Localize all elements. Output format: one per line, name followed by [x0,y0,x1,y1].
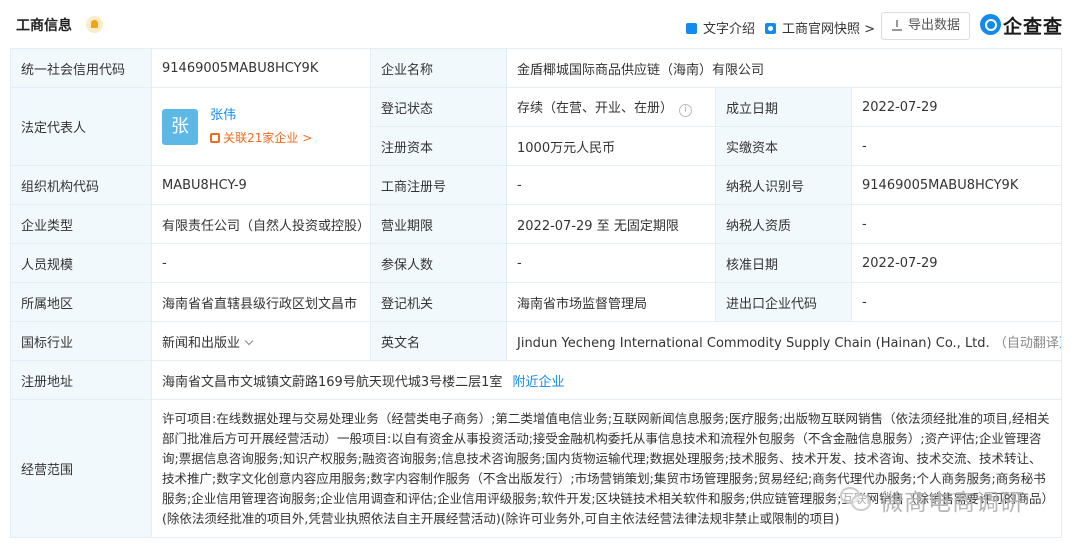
taxpayer-id-value: 91469005MABU8HCY9K [850,165,1063,205]
company-name-label: 企业名称 [370,48,507,88]
chevron-down-icon [244,336,254,345]
insured-label: 参保人数 [370,243,507,283]
table-row: 法定代表人 张 张伟 关联21家企业 > 登记状态 存续（在营、开业、在册） i … [10,87,1063,166]
org-code-value: MABU8HCY-9 [151,165,371,205]
credit-code-value: 91469005MABU8HCY9K [151,48,371,88]
related-companies-label: 关联21家企业 > [223,130,313,145]
table-row: 注册地址 海南省文昌市文城镇文蔚路169号航天现代城3号楼二层1室 附近企业 [10,360,1063,400]
auto-translate-note: （自动翻译 [993,335,1059,351]
text-intro-label: 文字介绍 [703,22,756,37]
address-label: 注册地址 [10,360,152,400]
authority-label: 登记机关 [370,282,507,322]
taxpayer-qual-label: 纳税人资质 [715,204,852,244]
scope-value: 许可项目:在线数据处理与交易处理业务（经营类电子商务）;第二类增值电信业务;互联… [150,399,1063,538]
official-snapshot-button[interactable]: 工商官网快照 > [765,18,875,37]
biz-reg-no-value: - [506,165,716,205]
english-name-label: 英文名 [370,321,507,361]
taxpayer-id-label: 纳税人识别号 [715,165,852,205]
avatar[interactable]: 张 [162,108,198,145]
table-row: 企业类型 有限责任公司（自然人投资或控股） 营业期限 2022-07-29 至 … [10,204,1063,244]
text-intro-button[interactable]: 文字介绍 [686,18,755,37]
notification-bell-icon[interactable] [86,16,103,33]
english-name-value: Jindun Yecheng International Commodity S… [517,335,990,351]
section-header: 工商信息 文字介绍 工商官网快照 > 导出数据 企查查 [0,0,1080,48]
industry-label: 国标行业 [10,321,152,361]
table-row: 经营范围 许可项目:在线数据处理与交易处理业务（经营类电子商务）;第二类增值电信… [10,399,1063,538]
update-link[interactable]: 更新 [1059,336,1061,351]
section-title: 工商信息 [16,18,72,34]
legal-rep-cell: 张 张伟 关联21家企业 > [151,87,371,166]
legal-rep-label: 法定代表人 [10,87,152,166]
established-value: 2022-07-29 [850,87,1063,127]
english-name-cell: Jindun Yecheng International Commodity S… [505,321,1063,361]
camera-icon [765,23,776,34]
address-cell: 海南省文昌市文城镇文蔚路169号航天现代城3号楼二层1室 附近企业 [150,360,1063,400]
paid-capital-value: - [850,126,1063,166]
reg-status-cell: 存续（在营、开业、在册） i [506,87,716,127]
address-value: 海南省文昌市文城镇文蔚路169号航天现代城3号楼二层1室 [162,374,503,390]
term-value: 2022-07-29 至 无固定期限 [506,204,716,244]
legal-rep-name-link[interactable]: 张伟 [210,105,312,127]
company-type-value: 有限责任公司（自然人投资或控股） [151,204,371,244]
document-icon [686,23,697,34]
region-label: 所属地区 [10,282,152,322]
approval-date-label: 核准日期 [715,243,852,283]
reg-status-value: 存续（在营、开业、在册） [517,101,674,116]
info-icon[interactable]: i [679,104,693,117]
business-info-table: 统一社会信用代码 91469005MABU8HCY9K 企业名称 金盾椰城国际商… [10,48,1063,538]
company-type-label: 企业类型 [10,204,152,244]
scope-label: 经营范围 [10,399,152,538]
table-row: 人员规模 - 参保人数 - 核准日期 2022-07-29 [10,243,1063,283]
paid-capital-label: 实缴资本 [715,126,852,166]
region-value: 海南省省直辖县级行政区划文昌市 [151,282,371,322]
table-row: 所属地区 海南省省直辖县级行政区划文昌市 登记机关 海南省市场监督管理局 进出口… [10,282,1063,322]
ie-code-value: - [850,282,1063,322]
company-name-value: 金盾椰城国际商品供应链（海南）有限公司 [505,48,1063,88]
export-data-label: 导出数据 [908,18,961,33]
table-row: 国标行业 新闻和出版业 英文名 Jindun Yecheng Internati… [10,321,1063,361]
magnifier-logo-icon [980,14,1001,35]
established-label: 成立日期 [715,87,852,127]
official-snapshot-label: 工商官网快照 > [782,22,876,37]
reg-capital-value: 1000万元人民币 [506,126,716,166]
insured-value: - [506,243,716,283]
reg-capital-label: 注册资本 [370,126,507,166]
authority-value: 海南省市场监督管理局 [506,282,716,322]
relation-icon [210,132,221,143]
nearby-companies-link[interactable]: 附近企业 [513,375,565,390]
approval-date-value: 2022-07-29 [850,243,1063,283]
related-companies-link[interactable]: 关联21家企业 > [210,127,312,149]
biz-reg-no-label: 工商注册号 [370,165,507,205]
export-data-button[interactable]: 导出数据 [881,12,970,40]
table-row: 组织机构代码 MABU8HCY-9 工商注册号 - 纳税人识别号 9146900… [10,165,1063,205]
download-icon [892,20,902,31]
staff-size-value: - [151,243,371,283]
legal-rep-info: 张伟 关联21家企业 > [210,105,312,149]
reg-status-label: 登记状态 [370,87,507,127]
term-label: 营业期限 [370,204,507,244]
logo-text: 企查查 [1003,16,1064,38]
taxpayer-qual-value: - [850,204,1063,244]
industry-dropdown[interactable]: 新闻和出版业 [151,321,371,361]
credit-code-label: 统一社会信用代码 [10,48,152,88]
ie-code-label: 进出口企业代码 [715,282,852,322]
staff-size-label: 人员规模 [10,243,152,283]
industry-value: 新闻和出版业 [162,335,241,351]
org-code-label: 组织机构代码 [10,165,152,205]
table-row: 统一社会信用代码 91469005MABU8HCY9K 企业名称 金盾椰城国际商… [10,48,1063,88]
